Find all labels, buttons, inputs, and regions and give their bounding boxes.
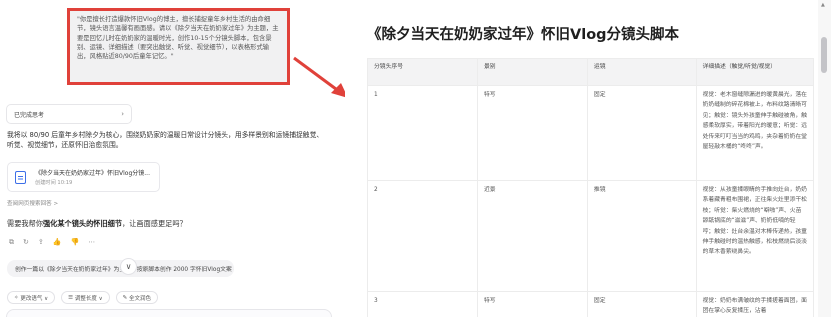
- column-header: 运镜: [586, 58, 697, 86]
- scroll-down-button[interactable]: ∨: [120, 258, 137, 275]
- web-search-references-link[interactable]: 查阅网页搜索回答 >: [7, 199, 58, 207]
- document-icon: [15, 170, 26, 184]
- copy-icon[interactable]: ⧉: [9, 238, 14, 247]
- document-title: 《除夕当天在奶奶家过年》怀旧Vlog分镜头脚本: [367, 27, 680, 43]
- more-icon[interactable]: ⋯: [88, 238, 95, 247]
- table-row: 3 特写 固定 视觉：奶奶布满皱纹的手揉搓着面团，面团在掌心反复揉压，沾着: [367, 291, 815, 317]
- sparkle-icon: ✎: [122, 294, 128, 301]
- shot-number-cell: 2: [367, 180, 478, 292]
- question-prefix: 需要我帮你: [7, 219, 43, 228]
- camera-move-cell: 固定: [586, 85, 697, 181]
- chevron-down-icon: ∨: [125, 262, 132, 271]
- shot-size-cell: 特写: [476, 291, 588, 317]
- assistant-summary: 我将以 80/90 后童年乡村除夕为核心，围绕奶奶家的温暖日常设计分镜头，用多样…: [7, 131, 324, 150]
- document-card-title: 《除夕当天在奶奶家过年》怀旧Vlog分镜...: [35, 170, 150, 177]
- prompt-text: "你是擅长打造爆款怀旧Vlog的博主，擅长捕捉童年乡村生活的由命细节，镜头语言温…: [77, 16, 279, 61]
- storyboard-table: 分镜头序号 景别 运镜 详细描述（触觉/听觉/视觉） 1 特写 固定 视觉：老木…: [367, 58, 815, 317]
- chevron-right-icon: ›: [121, 110, 124, 118]
- generated-document-card[interactable]: 《除夕当天在奶奶家过年》怀旧Vlog分镜... 创建时间 10:19: [7, 162, 160, 192]
- shot-size-cell: 近景: [476, 180, 588, 292]
- length-icon: ☰: [68, 294, 74, 301]
- polish-button[interactable]: ✎ 全文润色: [115, 291, 158, 304]
- follow-up-question: 需要我帮你强化某个镜头的怀旧细节，让画面感更足吗？: [7, 219, 187, 229]
- polish-button-label: 全文润色: [128, 295, 151, 302]
- thinking-status-label: 已完成思考: [14, 111, 45, 119]
- length-button-label: 调整长度 ∨: [74, 295, 103, 302]
- column-header: 详细描述（触觉/听觉/视觉）: [695, 58, 815, 86]
- document-view: 《除夕当天在奶奶家过年》怀旧Vlog分镜头脚本 分镜头序号 景别 运镜 详细描述…: [345, 0, 818, 317]
- question-highlight: 强化某个镜头的怀旧细节: [42, 219, 123, 228]
- description-cell: 视觉：老木窗缝隙漏进的暖黄晨光，落在奶奶缝制的碎花棉被上，布料纹路清晰可见；触觉…: [695, 85, 815, 181]
- smile-icon: ✧: [14, 294, 19, 301]
- message-actions: ⧉ ↻ ⇪ 👍 👎 ⋯: [9, 238, 95, 247]
- app-root: "你是擅长打造爆款怀旧Vlog的博主，擅长捕捉童年乡村生活的由命细节，镜头语言温…: [0, 0, 831, 317]
- description-cell: 视觉：奶奶布满皱纹的手揉搓着面团，面团在掌心反复揉压，沾着: [695, 291, 815, 317]
- camera-move-cell: 推镜: [586, 180, 697, 292]
- thumbs-down-icon[interactable]: 👎: [70, 238, 79, 247]
- column-header: 景别: [476, 58, 588, 86]
- shot-number-cell: 3: [367, 291, 478, 317]
- shot-size-cell: 特写: [476, 85, 588, 181]
- question-suffix: ，让画面感更足吗？: [122, 219, 187, 228]
- table-row: 2 近景 推镜 视觉：从孩童揉眼睛的手推向灶台，奶奶系着藏青粗布围裙，正往柴火灶…: [367, 180, 815, 292]
- tone-button[interactable]: ✧ 更改语气 ∨: [7, 291, 56, 304]
- description-cell: 视觉：从孩童揉眼睛的手推向灶台，奶奶系着藏青粗布围裙，正往柴火灶里添干松枝；听觉…: [695, 180, 815, 292]
- shot-number-cell: 1: [367, 85, 478, 181]
- length-button[interactable]: ☰ 调整长度 ∨: [61, 291, 110, 304]
- tone-button-label: 更改语气 ∨: [20, 295, 49, 302]
- camera-move-cell: 固定: [586, 291, 697, 317]
- vertical-scrollbar[interactable]: ▲: [818, 0, 831, 317]
- document-card-time: 创建时间 10:19: [35, 180, 73, 186]
- edit-tools-bar: ✧ 更改语气 ∨ ☰ 调整长度 ∨ ✎ 全文润色: [7, 291, 158, 304]
- chat-panel: "你是擅长打造爆款怀旧Vlog的博主，擅长捕捉童年乡村生活的由命细节，镜头语言温…: [0, 0, 338, 317]
- thinking-status-pill[interactable]: 已完成思考 ›: [6, 104, 132, 124]
- table-header-row: 分镜头序号 景别 运镜 详细描述（触觉/听觉/视觉）: [367, 58, 815, 86]
- thumbs-up-icon[interactable]: 👍: [53, 238, 62, 247]
- share-icon[interactable]: ⇪: [38, 238, 44, 247]
- message-composer[interactable]: [6, 309, 332, 317]
- table-row: 1 特写 固定 视觉：老木窗缝隙漏进的暖黄晨光，落在奶奶缝制的碎花棉被上，布料纹…: [367, 85, 815, 181]
- column-header: 分镜头序号: [367, 58, 478, 86]
- annotation-arrow: [293, 56, 348, 98]
- prompt-callout: "你是擅长打造爆款怀旧Vlog的博主，擅长捕捉童年乡村生活的由命细节，镜头语言温…: [67, 8, 290, 85]
- scroll-thumb[interactable]: [821, 37, 827, 73]
- refresh-icon[interactable]: ↻: [23, 238, 29, 247]
- scroll-up-icon[interactable]: ▲: [821, 2, 825, 8]
